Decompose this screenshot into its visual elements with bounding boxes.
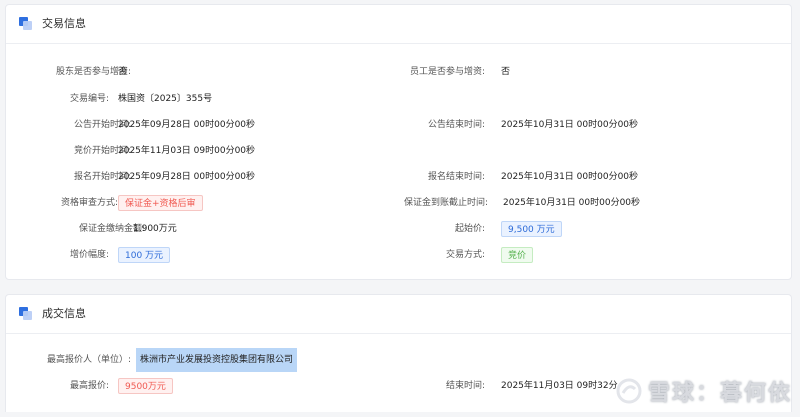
deal-info-header: 成交信息 [6, 295, 791, 334]
end-time-value: 2025年11月03日 09时32分 [501, 381, 618, 391]
announce-end-label: 公告结束时间: [427, 120, 485, 130]
trade-method-label: 交易方式: [445, 250, 485, 260]
top-bidder-label: 最高报价人（单位）: [46, 355, 131, 365]
employee-participate-value: 否 [501, 67, 511, 77]
watermark-text: 雪球：暮何依 [648, 381, 793, 406]
qualification-review-tag: 保证金+资格后审 [118, 195, 203, 211]
qualification-review-label: 资格审查方式: [60, 198, 118, 208]
bid-start-value: 2025年11月03日 09时00分00秒 [118, 146, 256, 156]
transaction-info-card: 交易信息 股东是否参与增资: 否 员工是否参与增资: 否 交易编号: 株国资〔2… [5, 4, 792, 280]
xueqiu-logo-icon [616, 378, 642, 404]
section-icon [19, 17, 33, 31]
section-title: 成交信息 [42, 307, 86, 320]
announce-end-value: 2025年10月31日 00时00分00秒 [501, 120, 639, 130]
starting-price-tag: 9,500 万元 [501, 221, 562, 237]
signup-start-value: 2025年09月28日 00时00分00秒 [118, 172, 256, 182]
transaction-no-value: 株国资〔2025〕355号 [118, 94, 213, 104]
top-bidder-value: 株洲市产业发展投资控股集团有限公司 [136, 348, 298, 372]
top-price-tag: 9500万元 [118, 378, 173, 394]
transaction-info-header: 交易信息 [6, 5, 791, 44]
deposit-deadline-value: 2025年10月31日 00时00分00秒 [503, 198, 641, 208]
employee-participate-label: 员工是否参与增资: [409, 67, 485, 77]
deposit-deadline-label: 保证金到账截止时间: [403, 198, 488, 208]
top-price-label: 最高报价: [69, 381, 109, 391]
section-icon [19, 307, 33, 321]
signup-end-label: 报名结束时间: [427, 172, 485, 182]
trade-method-tag: 竞价 [501, 247, 534, 263]
signup-end-value: 2025年10月31日 00时00分00秒 [501, 172, 639, 182]
end-time-label: 结束时间: [445, 381, 485, 391]
transaction-no-label: 交易编号: [69, 94, 109, 104]
watermark: 雪球：暮何依 [616, 376, 792, 406]
increment-tag: 100 万元 [118, 247, 171, 263]
section-title: 交易信息 [42, 17, 86, 30]
starting-price-label: 起始价: [454, 224, 485, 234]
increment-label: 增价幅度: [69, 250, 109, 260]
deposit-amount-value: 1,900万元 [133, 224, 177, 234]
shareholder-participate-value: 否 [118, 67, 128, 77]
announce-start-value: 2025年09月28日 00时00分00秒 [118, 120, 256, 130]
